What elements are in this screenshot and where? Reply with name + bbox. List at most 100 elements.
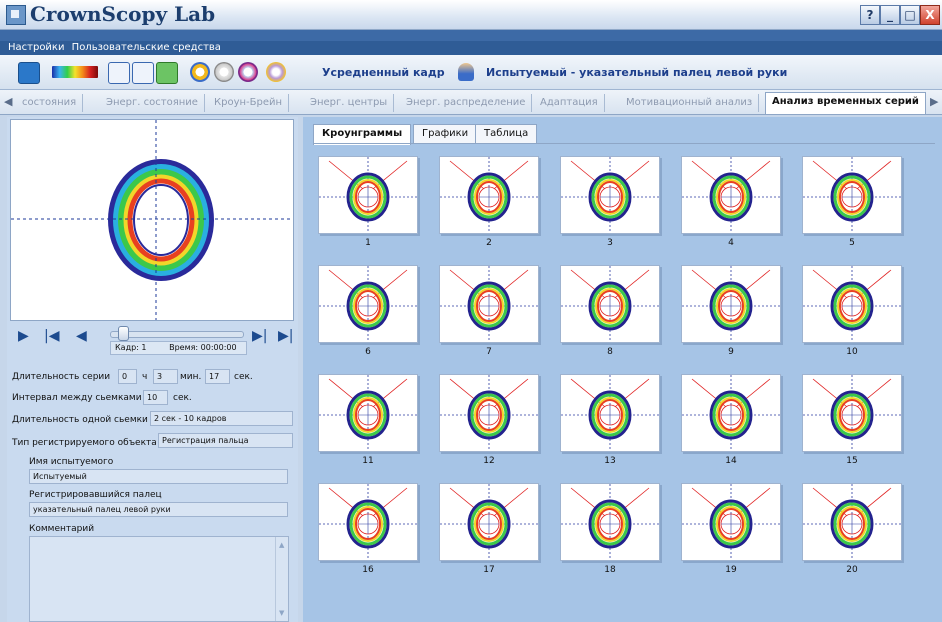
last-frame-icon[interactable]: ▶| bbox=[278, 328, 293, 344]
folder-icon[interactable] bbox=[18, 62, 40, 84]
crowngram-thumbnail[interactable]: 9 bbox=[681, 265, 781, 363]
tab-adaptation[interactable]: Адаптация bbox=[534, 94, 605, 112]
crowngram-thumbnail[interactable]: 18 bbox=[560, 483, 660, 581]
frame-slider[interactable] bbox=[110, 331, 244, 338]
next-frame-icon[interactable]: ▶| bbox=[252, 328, 267, 344]
hours-field[interactable]: 0 bbox=[118, 369, 137, 384]
tab-table[interactable]: Таблица bbox=[475, 124, 538, 144]
crowngram-thumbnail-image[interactable] bbox=[802, 265, 902, 343]
menu-user-tools[interactable]: Пользовательские средства bbox=[72, 42, 221, 53]
crowngram-thumbnail-image[interactable] bbox=[318, 483, 418, 561]
tab-energy-distribution[interactable]: Энерг. распределение bbox=[400, 94, 533, 112]
crowngram-thumbnail-image[interactable] bbox=[560, 483, 660, 561]
thumbnail-number: 2 bbox=[486, 238, 492, 248]
crowngram-thumbnail[interactable]: 17 bbox=[439, 483, 539, 581]
prev-frame-icon[interactable]: ◀ bbox=[76, 328, 87, 344]
crowngram-thumbnail-image[interactable] bbox=[318, 374, 418, 452]
crowngram-thumbnail[interactable]: 19 bbox=[681, 483, 781, 581]
finger-field[interactable]: указательный палец левой руки bbox=[29, 502, 288, 517]
crowngram-thumbnail-image[interactable] bbox=[681, 156, 781, 234]
crowngram-thumbnail-image[interactable] bbox=[802, 483, 902, 561]
crowngram-thumbnail[interactable]: 2 bbox=[439, 156, 539, 254]
tab-scroll-left-icon[interactable]: ◀ bbox=[4, 95, 12, 108]
subject-label[interactable]: Испытуемый - указательный палец левой ру… bbox=[486, 66, 787, 79]
slider-thumb[interactable] bbox=[118, 326, 129, 341]
calculator-icon[interactable] bbox=[132, 62, 154, 84]
tab-motivation[interactable]: Мотивационный анализ bbox=[620, 94, 760, 112]
crowngram-thumbnail-image[interactable] bbox=[439, 265, 539, 343]
crowngram-thumbnail-image[interactable] bbox=[439, 156, 539, 234]
object-type-field[interactable]: Регистрация пальца bbox=[158, 433, 293, 448]
crowngram-thumbnail-image[interactable] bbox=[439, 374, 539, 452]
object-type-label: Тип регистрируемого объекта bbox=[12, 438, 157, 448]
scroll-up-icon[interactable]: ▲ bbox=[279, 541, 284, 549]
frame-info: Кадр: 1 Время: 00:00:00 bbox=[110, 341, 247, 355]
maximize-button[interactable]: □ bbox=[900, 5, 920, 25]
crowngram-thumbnail[interactable]: 6 bbox=[318, 265, 418, 363]
document-icon[interactable] bbox=[108, 62, 130, 84]
seconds-field[interactable]: 17 bbox=[205, 369, 230, 384]
crowngram-thumbnail-image[interactable] bbox=[318, 156, 418, 234]
tab-crowngrams[interactable]: Кроунграммы bbox=[313, 124, 412, 145]
tab-energy-state[interactable]: Энерг. состояние bbox=[100, 94, 205, 112]
tab-scroll-right-icon[interactable]: ▶ bbox=[930, 95, 938, 108]
crowngram-thumbnail[interactable]: 14 bbox=[681, 374, 781, 472]
first-frame-icon[interactable]: |◀ bbox=[44, 328, 59, 344]
minutes-unit: мин. bbox=[180, 372, 202, 382]
person-icon bbox=[458, 63, 474, 81]
crowngram-thumbnail[interactable]: 5 bbox=[802, 156, 902, 254]
crowngram-thumbnail-image[interactable] bbox=[802, 374, 902, 452]
interval-field[interactable]: 10 bbox=[143, 390, 168, 405]
subject-name-field[interactable]: Испытуемый bbox=[29, 469, 288, 484]
crowngram-thumbnail[interactable]: 10 bbox=[802, 265, 902, 363]
shot-duration-field[interactable]: 2 сек - 10 кадров bbox=[150, 411, 293, 426]
chart-icon[interactable] bbox=[156, 62, 178, 84]
minutes-field[interactable]: 3 bbox=[153, 369, 178, 384]
crowngram-thumbnail[interactable]: 13 bbox=[560, 374, 660, 472]
menu-settings[interactable]: Настройки bbox=[8, 42, 64, 53]
tab-energy-centers[interactable]: Энерг. центры bbox=[304, 94, 395, 112]
averaged-frame-label[interactable]: Усредненный кадр bbox=[322, 66, 445, 79]
close-button[interactable]: X bbox=[920, 5, 940, 25]
crowngram-thumbnail[interactable]: 7 bbox=[439, 265, 539, 363]
tab-states[interactable]: состояния bbox=[16, 94, 84, 112]
crowngram-thumbnail[interactable]: 16 bbox=[318, 483, 418, 581]
finger-icon[interactable] bbox=[266, 62, 286, 82]
crowngram-thumbnail[interactable]: 15 bbox=[802, 374, 902, 472]
help-button[interactable]: ? bbox=[860, 5, 880, 25]
comment-scrollbar[interactable]: ▲ ▼ bbox=[275, 537, 288, 621]
shot-duration-label: Длительность одной сьемки bbox=[12, 415, 148, 425]
crowngram-thumbnail[interactable]: 4 bbox=[681, 156, 781, 254]
tab-graphs[interactable]: Графики bbox=[413, 124, 478, 144]
crowngram-thumbnail-image[interactable] bbox=[318, 265, 418, 343]
crowngram-thumbnail-image[interactable] bbox=[681, 374, 781, 452]
thumbnail-number: 4 bbox=[728, 238, 734, 248]
crowngram-thumbnail-image[interactable] bbox=[681, 265, 781, 343]
thumbnail-number: 1 bbox=[365, 238, 371, 248]
crowngram-thumbnail-image[interactable] bbox=[560, 265, 660, 343]
crowngram-thumbnail[interactable]: 1 bbox=[318, 156, 418, 254]
crowngram-thumbnail-image[interactable] bbox=[439, 483, 539, 561]
crowngram-thumbnail[interactable]: 12 bbox=[439, 374, 539, 472]
tab-time-series[interactable]: Анализ временных серий bbox=[765, 92, 926, 114]
crowngram-thumbnail-image[interactable] bbox=[560, 156, 660, 234]
crown-pink-icon[interactable] bbox=[238, 62, 258, 82]
crowngram-thumbnail[interactable]: 3 bbox=[560, 156, 660, 254]
comment-field[interactable]: ▲ ▼ bbox=[29, 536, 289, 622]
player-controls: ▶ |◀ ◀ Кадр: 1 Время: 00:00:00 ▶| ▶| bbox=[10, 323, 294, 355]
crowngram-thumbnail-image[interactable] bbox=[560, 374, 660, 452]
crowngram-thumbnail-image[interactable] bbox=[681, 483, 781, 561]
crowngram-thumbnail[interactable]: 20 bbox=[802, 483, 902, 581]
color-palette-icon[interactable] bbox=[52, 66, 98, 78]
tab-crown-brain[interactable]: Кроун-Брейн bbox=[208, 94, 290, 112]
crowngram-thumbnail-image[interactable] bbox=[802, 156, 902, 234]
thumbnail-number: 11 bbox=[362, 456, 374, 466]
crowngram-thumbnail[interactable]: 11 bbox=[318, 374, 418, 472]
minimize-button[interactable]: _ bbox=[880, 5, 900, 25]
play-icon[interactable]: ▶ bbox=[18, 328, 29, 344]
crown-icon[interactable] bbox=[190, 62, 210, 82]
crown-gray-icon[interactable] bbox=[214, 62, 234, 82]
thumbnail-number: 18 bbox=[604, 565, 616, 575]
scroll-down-icon[interactable]: ▼ bbox=[279, 609, 284, 617]
crowngram-thumbnail[interactable]: 8 bbox=[560, 265, 660, 363]
